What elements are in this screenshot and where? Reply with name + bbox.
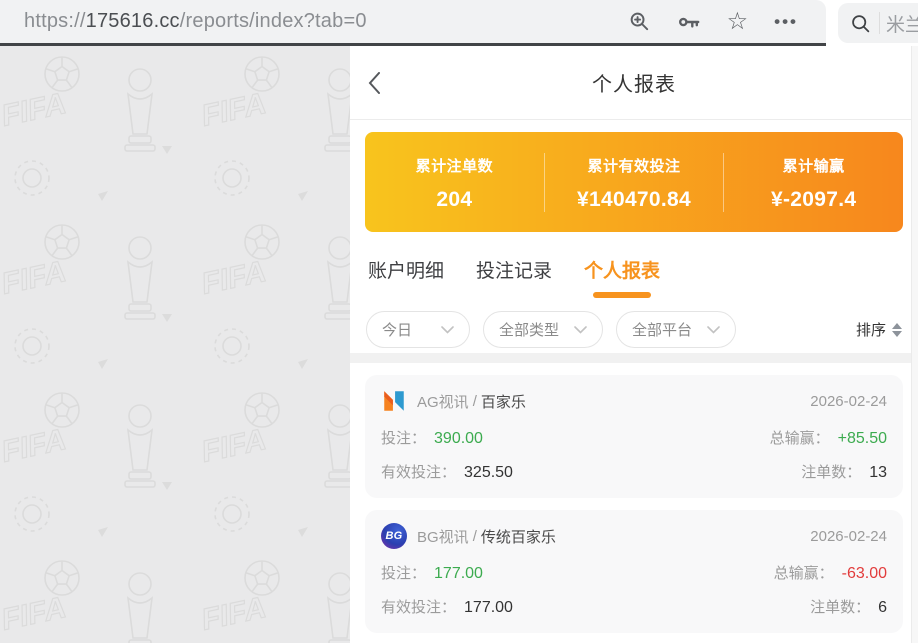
- bet-count-value: 6: [878, 599, 887, 617]
- filter-bar: 今日 全部类型 全部平台 排序: [350, 298, 918, 348]
- tab-personal-report[interactable]: 个人报表: [584, 256, 660, 298]
- scrollbar[interactable]: [911, 46, 918, 643]
- chevron-down-icon: [707, 326, 720, 334]
- winloss-value: +85.50: [838, 430, 887, 448]
- game-name: 传统百家乐: [481, 526, 556, 547]
- provider-name: AG视讯: [417, 391, 469, 412]
- type-filter-dropdown[interactable]: 全部类型: [483, 311, 603, 348]
- summary-value: ¥-2097.4: [724, 188, 903, 212]
- app-header: 个人报表: [350, 46, 918, 120]
- chevron-left-icon: [368, 72, 381, 94]
- filter-label: 今日: [382, 319, 412, 340]
- screen: https://175616.cc/reports/index?tab=0 ☆ …: [0, 0, 918, 643]
- valid-bet-value: 177.00: [464, 599, 513, 617]
- url-text[interactable]: https://175616.cc/reports/index?tab=0: [24, 10, 628, 33]
- report-panel: 个人报表 累计注单数 204 累计有效投注 ¥140470.84 累计输赢 ¥-…: [350, 46, 918, 643]
- search-divider: [879, 12, 880, 34]
- password-key-icon[interactable]: [677, 10, 701, 34]
- url-domain: 175616.cc: [86, 10, 180, 32]
- game-name: 百家乐: [481, 391, 526, 412]
- valid-bet-label: 有效投注：: [381, 596, 456, 617]
- url-path: /reports/index?tab=0: [180, 10, 367, 32]
- chevron-down-icon: [441, 326, 454, 334]
- page-title: 个人报表: [592, 68, 676, 97]
- back-button[interactable]: [368, 46, 381, 119]
- bet-count-label: 注单数：: [810, 596, 870, 617]
- fifa-pattern-background: FIFA: [0, 46, 350, 643]
- sort-label: 排序: [856, 319, 886, 340]
- summary-value: 204: [365, 188, 544, 212]
- record-card-bg[interactable]: BG BG视讯 / 传统百家乐 2026-02-24 投注： 177.00 总输赢…: [365, 510, 903, 633]
- summary-label: 累计注单数: [365, 155, 544, 176]
- record-card-ag[interactable]: AG视讯 / 百家乐 2026-02-24 投注： 390.00 总输赢： +85.…: [365, 375, 903, 498]
- name-separator: /: [473, 528, 477, 545]
- winloss-value: -63.00: [842, 565, 887, 583]
- bet-value: 177.00: [434, 565, 483, 583]
- bet-count-value: 13: [869, 464, 887, 482]
- tab-bet-records[interactable]: 投注记录: [476, 256, 552, 298]
- record-title: BG BG视讯 / 传统百家乐: [381, 523, 556, 549]
- summary-card: 累计注单数 204 累计有效投注 ¥140470.84 累计输赢 ¥-2097.…: [365, 132, 903, 232]
- bookmark-star-icon[interactable]: ☆: [727, 10, 749, 34]
- winloss-label: 总输赢：: [774, 562, 834, 583]
- browser-top-bar: https://175616.cc/reports/index?tab=0 ☆ …: [0, 0, 918, 46]
- quick-search-box[interactable]: 米兰: [838, 3, 918, 43]
- summary-label: 累计有效投注: [545, 155, 724, 176]
- sort-button[interactable]: 排序: [856, 319, 902, 340]
- summary-label: 累计输赢: [724, 155, 903, 176]
- section-divider: [350, 353, 918, 363]
- tab-account-details[interactable]: 账户明细: [368, 256, 444, 298]
- provider-name: BG视讯: [417, 526, 469, 547]
- filter-label: 全部平台: [632, 319, 692, 340]
- bet-count-label: 注单数：: [801, 461, 861, 482]
- record-title: AG视讯 / 百家乐: [381, 388, 526, 414]
- url-scheme: https://: [24, 10, 86, 32]
- bg-provider-logo-icon: BG: [381, 523, 407, 549]
- bet-label: 投注：: [381, 427, 426, 448]
- date-filter-dropdown[interactable]: 今日: [366, 311, 470, 348]
- chevron-down-icon: [574, 326, 587, 334]
- summary-valid-bets: 累计有效投注 ¥140470.84: [544, 153, 724, 212]
- tab-underline: [593, 292, 651, 298]
- tab-label: 账户明细: [368, 256, 444, 283]
- valid-bet-value: 325.50: [464, 464, 513, 482]
- name-separator: /: [473, 393, 477, 410]
- summary-total-bets: 累计注单数 204: [365, 153, 544, 212]
- tab-label: 投注记录: [476, 256, 552, 283]
- ag-provider-logo-icon: [381, 388, 407, 414]
- tab-bar: 账户明细 投注记录 个人报表: [350, 232, 918, 298]
- menu-dots-icon[interactable]: •••: [774, 12, 798, 32]
- search-query-text: 米兰: [886, 10, 918, 37]
- record-date: 2026-02-24: [810, 393, 887, 410]
- sort-arrows-icon: [892, 323, 902, 337]
- platform-filter-dropdown[interactable]: 全部平台: [616, 311, 736, 348]
- fifa-pattern-svg: FIFA: [0, 46, 350, 643]
- tab-label: 个人报表: [584, 256, 660, 283]
- search-icon: [850, 13, 871, 34]
- summary-winloss: 累计输赢 ¥-2097.4: [723, 153, 903, 212]
- tab-underline: [377, 292, 435, 298]
- summary-value: ¥140470.84: [545, 188, 724, 212]
- winloss-label: 总输赢：: [770, 427, 830, 448]
- bet-label: 投注：: [381, 562, 426, 583]
- tab-underline: [485, 292, 543, 298]
- valid-bet-label: 有效投注：: [381, 461, 456, 482]
- record-date: 2026-02-24: [810, 528, 887, 545]
- filter-label: 全部类型: [499, 319, 559, 340]
- zoom-in-icon[interactable]: [628, 10, 651, 33]
- bet-value: 390.00: [434, 430, 483, 448]
- address-bar[interactable]: https://175616.cc/reports/index?tab=0 ☆ …: [0, 0, 826, 43]
